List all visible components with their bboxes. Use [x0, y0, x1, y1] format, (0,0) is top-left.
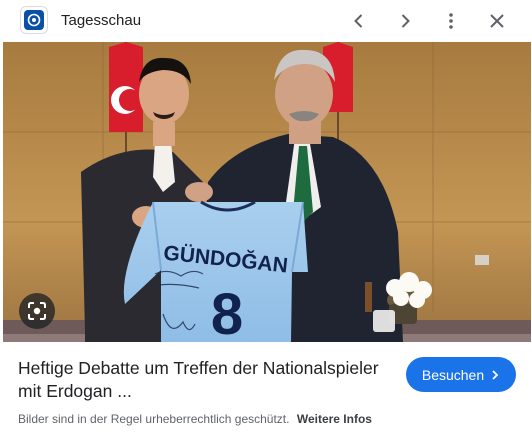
- preview-image[interactable]: GÜNDOĞAN 8: [3, 42, 531, 342]
- close-icon: [490, 14, 504, 28]
- lens-search-button[interactable]: [19, 293, 55, 329]
- more-options-button[interactable]: [437, 7, 465, 35]
- copyright-notice: Bilder sind in der Regel urheberrechtlic…: [18, 412, 372, 426]
- lens-icon: [28, 302, 46, 320]
- tagesschau-app-icon[interactable]: [20, 6, 48, 34]
- photo-scene: GÜNDOĞAN 8: [3, 42, 531, 342]
- chevron-right-icon: [401, 14, 410, 28]
- result-headline[interactable]: Heftige Debatte um Treffen der Nationals…: [18, 357, 388, 403]
- chevron-left-icon: [354, 14, 363, 28]
- previous-button[interactable]: [345, 7, 373, 35]
- copyright-text: Bilder sind in der Regel urheberrechtlic…: [18, 412, 290, 426]
- close-button[interactable]: [483, 7, 511, 35]
- visit-button[interactable]: Besuchen: [406, 357, 516, 392]
- top-bar: Tagesschau: [0, 0, 532, 42]
- next-button[interactable]: [391, 7, 419, 35]
- more-info-link[interactable]: Weitere Infos: [297, 412, 372, 426]
- visit-button-label: Besuchen: [421, 366, 485, 383]
- app-title: Tagesschau: [61, 12, 142, 29]
- more-vert-icon: [449, 13, 453, 29]
- jersey-number: 8: [211, 282, 243, 342]
- chevron-right-icon: [492, 369, 499, 380]
